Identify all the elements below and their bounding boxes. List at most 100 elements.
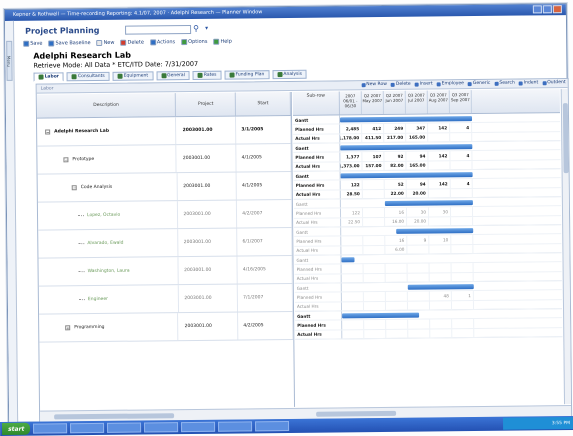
planned-hours-cell[interactable]: 249 — [384, 124, 407, 133]
planned-hours-cell[interactable] — [363, 236, 386, 245]
collapse-icon[interactable]: − — [71, 185, 77, 191]
period-header[interactable]: Q2 2007 Jun 2007 — [383, 90, 406, 114]
search-tool-button[interactable]: Search — [494, 81, 515, 86]
generic-tool-button[interactable]: Generic — [467, 81, 490, 86]
taskbar-item[interactable] — [70, 422, 105, 434]
actual-hours-cell[interactable]: 6.00 — [385, 245, 408, 254]
planned-hours-cell[interactable]: 4 — [450, 179, 473, 188]
actual-hours-cell[interactable] — [429, 216, 452, 226]
expand-icon[interactable]: + — [65, 325, 71, 331]
planned-hours-cell[interactable]: 94 — [406, 151, 429, 161]
gantt-bar[interactable] — [384, 200, 473, 206]
planned-hours-cell[interactable]: 10 — [429, 235, 452, 245]
table-row[interactable]: Alvarado, Ewald 2003001.00 6/1/2007 — [38, 227, 293, 259]
gantt-bar[interactable] — [340, 116, 473, 123]
actions-button[interactable]: Actions — [149, 39, 175, 46]
actual-hours-cell[interactable] — [429, 272, 452, 282]
gantt-bar[interactable] — [407, 284, 474, 290]
planned-hours-cell[interactable] — [362, 208, 386, 217]
taskbar-item[interactable] — [218, 421, 253, 432]
planned-hours-cell[interactable]: 30 — [406, 207, 430, 217]
actual-hours-cell[interactable] — [341, 245, 364, 255]
actual-hours-cell[interactable]: 1,178.00 — [340, 133, 363, 143]
planned-hours-cell[interactable] — [341, 264, 364, 274]
planned-hours-cell[interactable]: 16 — [384, 208, 408, 217]
taskbar-item[interactable] — [181, 421, 216, 433]
planned-hours-cell[interactable] — [363, 264, 386, 273]
actual-hours-cell[interactable]: 1,373.00 — [340, 161, 363, 171]
planned-hours-cell[interactable]: 48 — [429, 291, 452, 301]
actual-hours-cell[interactable] — [428, 132, 451, 142]
planned-hours-cell[interactable] — [451, 263, 474, 272]
delete-button[interactable]: Delete — [120, 39, 144, 46]
planned-hours-cell[interactable]: 30 — [428, 207, 452, 217]
planned-hours-cell[interactable]: 107 — [362, 152, 385, 161]
taskbar-item[interactable] — [255, 420, 290, 432]
table-row[interactable]: Washington, Laura 2003001.00 4/16/2005 — [38, 255, 293, 287]
table-row[interactable]: − Adelphi Research Lab 2003001.00 3/1/2005 — [36, 115, 292, 147]
actual-hours-cell[interactable] — [452, 328, 475, 338]
planned-hours-cell[interactable] — [364, 320, 387, 329]
outdent-tool-button[interactable]: Outdent — [542, 80, 566, 85]
actual-hours-cell[interactable] — [364, 329, 387, 339]
chevron-down-icon[interactable]: ▾ — [205, 25, 208, 32]
taskbar-item[interactable] — [107, 422, 142, 433]
planned-hours-cell[interactable] — [362, 180, 385, 189]
tab-rates[interactable]: Rates — [192, 70, 222, 80]
actual-hours-cell[interactable] — [451, 216, 474, 226]
gantt-bar[interactable] — [396, 228, 474, 234]
planned-hours-cell[interactable] — [408, 319, 431, 329]
new-row-tool-button[interactable]: New Row — [361, 82, 387, 87]
column-header-start[interactable]: Start — [235, 91, 291, 116]
actual-hours-cell[interactable]: 20.00 — [406, 189, 429, 198]
close-button[interactable] — [552, 5, 562, 14]
tab-equipment[interactable]: Equipment — [112, 71, 154, 81]
new-button[interactable]: New — [96, 40, 114, 46]
tab-general[interactable]: General — [156, 71, 190, 81]
menu-side-tab[interactable]: Menu — [6, 40, 13, 81]
planned-hours-cell[interactable]: 1 — [451, 291, 474, 300]
save-button[interactable]: Save — [23, 41, 43, 47]
collapse-icon[interactable]: − — [45, 129, 51, 135]
planned-hours-cell[interactable]: 9 — [407, 235, 430, 245]
tab-labor[interactable]: Labor — [33, 72, 65, 82]
period-header[interactable]: 2007 06/01 - 06/30 — [339, 91, 362, 115]
planned-hours-cell[interactable]: 4 — [450, 151, 473, 160]
start-button[interactable]: start — [2, 422, 31, 435]
actual-hours-cell[interactable]: 217.00 — [384, 133, 407, 142]
planned-hours-cell[interactable] — [451, 235, 474, 244]
minimize-button[interactable] — [532, 5, 542, 14]
actual-hours-cell[interactable] — [430, 328, 453, 338]
actual-hours-cell[interactable]: 28.50 — [340, 189, 363, 199]
actual-hours-cell[interactable] — [428, 188, 451, 198]
employee-tool-button[interactable]: Employee — [436, 81, 464, 86]
table-row[interactable]: − Code Analysis 2003001.00 4/1/2005 — [37, 171, 292, 203]
planned-hours-cell[interactable] — [430, 319, 453, 329]
actual-hours-cell[interactable]: 82.00 — [384, 161, 407, 170]
planned-hours-cell[interactable]: 92 — [384, 152, 407, 161]
actual-hours-cell[interactable] — [450, 132, 473, 142]
planned-hours-cell[interactable]: 4 — [450, 123, 473, 132]
actual-hours-cell[interactable] — [407, 301, 431, 310]
actual-hours-cell[interactable]: 22.50 — [341, 217, 364, 227]
indent-tool-button[interactable]: Indent — [518, 80, 538, 86]
save-baseline-button[interactable]: Save Baseline — [48, 40, 91, 47]
actual-hours-cell[interactable] — [408, 329, 431, 338]
actual-hours-cell[interactable] — [451, 300, 475, 310]
help-button[interactable]: Help — [213, 39, 232, 45]
planned-hours-cell[interactable]: 1,377 — [340, 152, 363, 162]
actual-hours-cell[interactable] — [450, 160, 473, 170]
planned-hours-cell[interactable]: 142 — [428, 123, 451, 133]
column-header-project[interactable]: Project — [176, 92, 237, 117]
actual-hours-cell[interactable]: 20.00 — [407, 217, 430, 226]
actual-hours-cell[interactable]: 165.00 — [406, 133, 429, 142]
planned-hours-cell[interactable]: 16 — [385, 236, 408, 245]
column-header-description[interactable]: Description — [36, 93, 177, 118]
taskbar-item[interactable] — [144, 422, 179, 433]
planned-hours-cell[interactable]: 94 — [406, 179, 429, 189]
table-row[interactable]: + Programming 2003001.00 4/2/2005 — [39, 311, 294, 343]
planned-hours-cell[interactable]: 412 — [362, 124, 385, 133]
planned-hours-cell[interactable]: 142 — [428, 151, 451, 161]
table-row[interactable]: − Prototype 2003001.00 4/1/2005 — [37, 143, 292, 175]
actual-hours-cell[interactable] — [341, 301, 365, 311]
